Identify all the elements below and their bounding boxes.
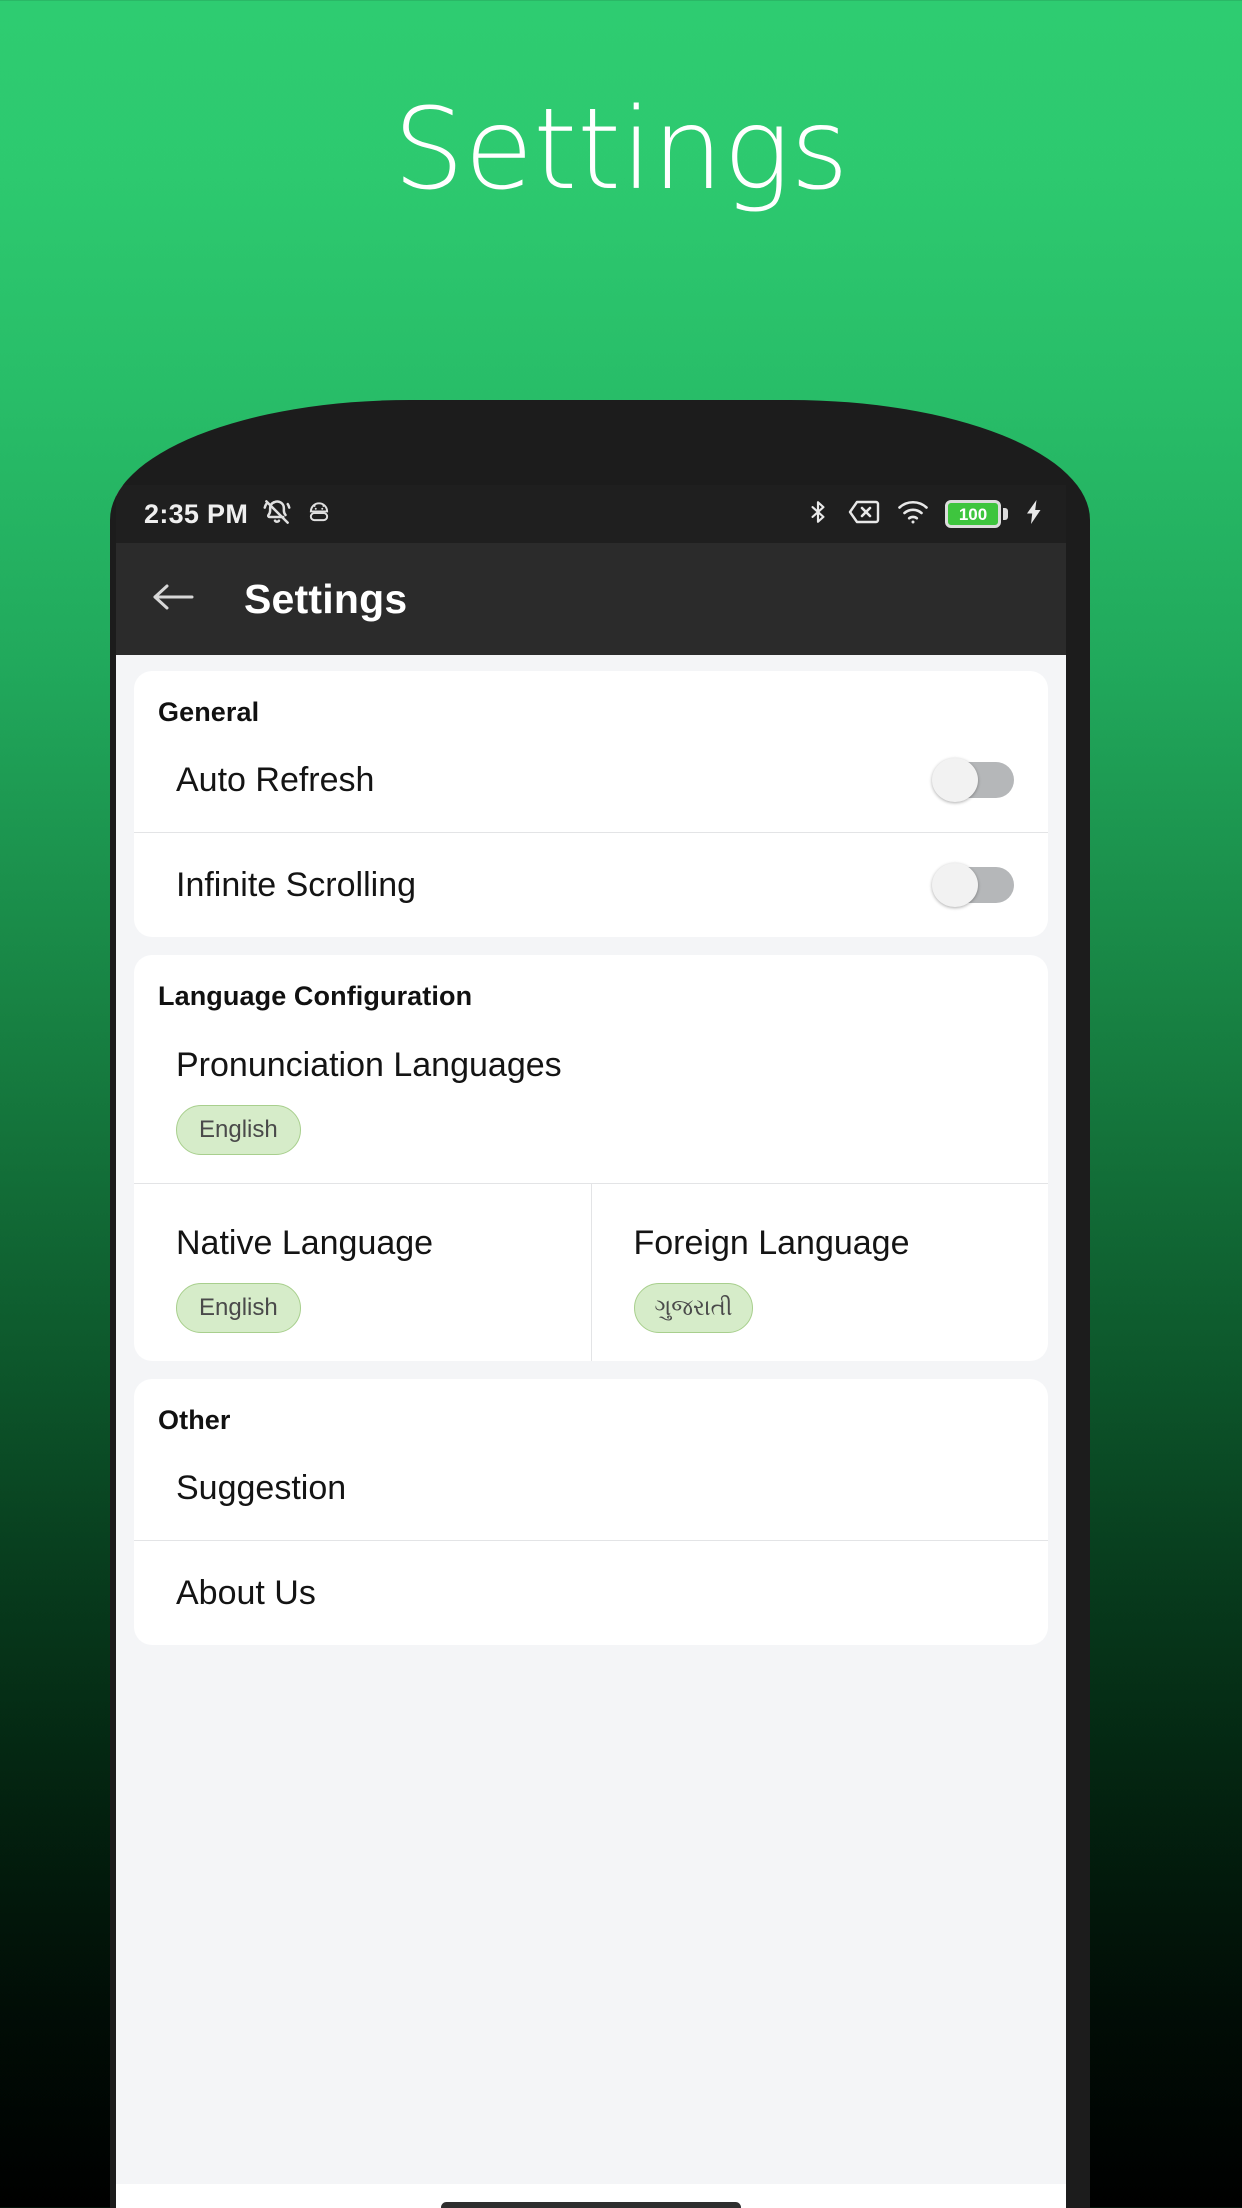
bell-muted-icon	[262, 497, 292, 532]
status-bar-clock: 2:35 PM	[144, 498, 249, 529]
auto-refresh-toggle[interactable]	[932, 758, 1014, 802]
native-language-label: Native Language	[176, 1224, 434, 1262]
other-section-title: Other	[158, 1405, 231, 1435]
status-bar-left: 2:35 PM	[144, 497, 332, 532]
other-card: Other Suggestion About Us	[134, 1379, 1048, 1645]
pronunciation-chip-group: English	[134, 1085, 1048, 1183]
battery-body: 100	[945, 500, 1001, 528]
language-configuration-card: Language Configuration Pronunciation Lan…	[134, 955, 1048, 1361]
wifi-icon	[897, 499, 929, 530]
no-sim-icon	[847, 498, 881, 531]
settings-content: General Auto Refresh Infinite Scrolling	[116, 655, 1066, 2208]
general-card: General Auto Refresh Infinite Scrolling	[134, 671, 1048, 937]
toggle-thumb	[932, 758, 978, 802]
setting-row-about-us[interactable]: About Us	[134, 1541, 1048, 1645]
page-title: Settings	[393, 85, 849, 215]
battery-indicator: 100	[945, 500, 1008, 528]
bluetooth-icon	[805, 498, 831, 531]
status-bar: 2:35 PM 100	[116, 485, 1066, 543]
android-head-icon	[306, 499, 332, 530]
gesture-home-bar[interactable]	[441, 2201, 741, 2208]
charging-bolt-icon	[1024, 499, 1044, 530]
toggle-thumb	[932, 863, 978, 907]
pronunciation-languages-label: Pronunciation Languages	[176, 1046, 562, 1084]
infinite-scrolling-toggle[interactable]	[932, 863, 1014, 907]
app-bar-title: Settings	[244, 575, 408, 622]
general-section-title: General	[158, 697, 260, 727]
about-us-label: About Us	[176, 1573, 316, 1612]
phone-mockup: 2:35 PM 100 Settings General Auto Refres…	[110, 400, 1090, 2208]
setting-row-infinite-scrolling[interactable]: Infinite Scrolling	[134, 833, 1048, 937]
hero-banner: Settings	[0, 0, 1242, 300]
foreign-language-chip[interactable]: ગુજરાતી	[633, 1283, 754, 1333]
language-split-row: Native Language English Foreign Language…	[134, 1184, 1048, 1361]
app-bar: Settings	[116, 543, 1066, 655]
setting-row-suggestion[interactable]: Suggestion	[134, 1436, 1048, 1540]
native-language-chip[interactable]: English	[176, 1283, 301, 1333]
pronunciation-chip-english[interactable]: English	[176, 1105, 301, 1155]
auto-refresh-label: Auto Refresh	[176, 760, 375, 799]
foreign-language-label: Foreign Language	[633, 1224, 910, 1262]
phone-frame: 2:35 PM 100 Settings General Auto Refres…	[110, 400, 1090, 2208]
back-arrow-icon[interactable]	[150, 579, 196, 620]
gesture-nav-area	[116, 2184, 1066, 2208]
setting-row-auto-refresh[interactable]: Auto Refresh	[134, 728, 1048, 832]
suggestion-label: Suggestion	[176, 1468, 347, 1507]
battery-level-label: 100	[958, 504, 988, 524]
language-section-title: Language Configuration	[158, 981, 473, 1011]
battery-nub	[1003, 508, 1008, 520]
infinite-scrolling-label: Infinite Scrolling	[176, 865, 417, 904]
status-bar-right: 100	[805, 498, 1044, 531]
phone-screen: 2:35 PM 100 Settings General Auto Refres…	[116, 485, 1066, 2208]
native-language-block[interactable]: Native Language English	[134, 1184, 591, 1361]
pronunciation-languages-block[interactable]: Pronunciation Languages English	[134, 1012, 1048, 1183]
foreign-language-block[interactable]: Foreign Language ગુજરાતી	[592, 1184, 1049, 1361]
